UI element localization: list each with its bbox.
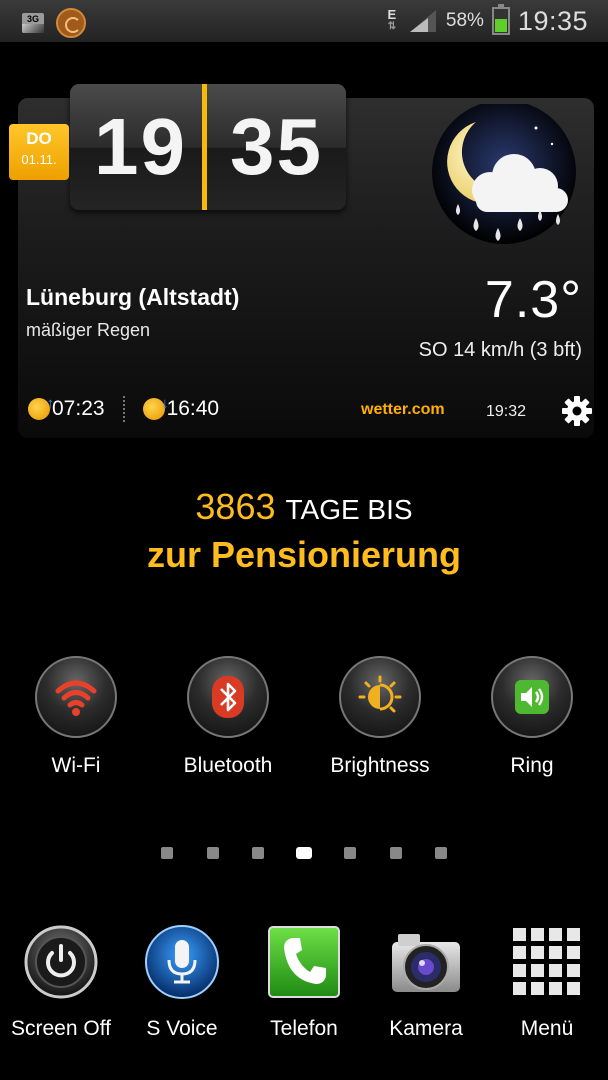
countdown-widget[interactable]: 3863 TAGE BIS zur Pensionierung	[0, 486, 608, 576]
signal-icon	[409, 10, 436, 32]
camera-icon[interactable]	[388, 924, 464, 1000]
moon-cloud-rain-icon[interactable]	[428, 104, 578, 254]
toggle-label: Wi-Fi	[51, 754, 101, 777]
sunset-icon: ↓	[142, 396, 169, 420]
toggle-label: Brightness	[330, 754, 430, 777]
toggle-ring[interactable]: Ring	[472, 656, 592, 778]
grid-square	[513, 964, 526, 977]
page-dot[interactable]	[435, 847, 448, 859]
app-grid-icon[interactable]	[509, 924, 585, 1000]
countdown-number: 3863	[195, 486, 276, 527]
dock-label: Menü	[520, 1017, 574, 1040]
toggle-wifi[interactable]: Wi-Fi	[16, 656, 136, 778]
dock-label: Screen Off	[11, 1017, 111, 1040]
grid-square	[567, 946, 580, 959]
countdown-subtitle: zur Pensionierung	[146, 534, 462, 575]
date-badge[interactable]: DO 01.11.	[9, 124, 69, 180]
brightness-icon	[358, 675, 402, 713]
dock-telefon[interactable]: Telefon	[244, 924, 364, 1041]
grid-square	[531, 946, 544, 959]
3g-icon: 3G	[22, 13, 44, 33]
weather-brand-link[interactable]: wetter.com	[361, 401, 445, 419]
grid-square	[549, 964, 562, 977]
day-name: DO	[26, 129, 52, 148]
countdown-line: 3863 TAGE BIS	[0, 486, 608, 528]
dock-screen-off[interactable]: Screen Off	[1, 924, 121, 1041]
phone-icon[interactable]	[266, 924, 342, 1000]
dock-label: S Voice	[146, 1017, 218, 1040]
page-indicator[interactable]	[0, 846, 608, 860]
battery-percent: 58%	[445, 10, 484, 31]
battery-fill	[494, 19, 507, 32]
page-dot[interactable]	[252, 847, 265, 859]
clock-hour: 19	[94, 102, 187, 191]
toggle-wifi-button[interactable]	[35, 656, 117, 738]
power-icon[interactable]	[23, 924, 99, 1000]
weather-temperature: 7.3°	[484, 271, 582, 329]
grid-square	[513, 946, 526, 959]
page-dot[interactable]	[343, 847, 356, 859]
microphone-icon[interactable]	[144, 924, 220, 1000]
grid-square	[531, 982, 544, 995]
battery-icon	[491, 4, 510, 35]
sync-app-icon	[56, 8, 86, 38]
grid-square	[549, 928, 562, 941]
page-dot[interactable]	[389, 847, 402, 859]
speaker-icon	[515, 680, 549, 714]
day-date: 01.11.	[21, 152, 57, 167]
grid-square	[531, 964, 544, 977]
grid-square	[513, 928, 526, 941]
flip-clock[interactable]: 19 35	[70, 84, 346, 210]
weather-city[interactable]: Lüneburg (Altstadt)	[26, 284, 239, 311]
grid-square	[567, 928, 580, 941]
page-dot[interactable]	[161, 847, 173, 859]
grid-square	[513, 982, 526, 995]
toggle-brightness[interactable]: Brightness	[320, 656, 440, 778]
clock-separator	[202, 84, 207, 210]
wifi-icon	[55, 680, 97, 716]
dock-label: Kamera	[389, 1017, 463, 1040]
grid-square	[549, 946, 562, 959]
sun-times: ↑ 07:23 ↓ 16:40	[28, 394, 219, 424]
sun-divider	[122, 396, 125, 422]
toggle-ring-button[interactable]	[491, 656, 573, 738]
bluetooth-icon	[212, 676, 244, 718]
page-dot[interactable]	[206, 847, 219, 859]
dock-kamera[interactable]: Kamera	[366, 924, 486, 1041]
weather-updated-time: 19:32	[486, 403, 527, 420]
weather-wind: SO 14 km/h (3 bft)	[418, 339, 582, 361]
sunrise-time: 07:23	[52, 397, 105, 420]
weather-condition: mäßiger Regen	[26, 320, 151, 340]
dock-menu[interactable]: Menü	[487, 924, 607, 1041]
sunset-time: 16:40	[166, 397, 220, 420]
dock-s-voice[interactable]: S Voice	[122, 924, 242, 1041]
edge-data-icon: E ⇅	[387, 7, 397, 32]
grid-square	[567, 982, 580, 995]
sunrise-icon: ↑	[28, 396, 54, 420]
toggle-label: Bluetooth	[183, 754, 273, 777]
dock-label: Telefon	[270, 1017, 338, 1040]
countdown-label: TAGE BIS	[285, 494, 413, 525]
clock-minute: 35	[230, 102, 323, 191]
grid-square	[567, 964, 580, 977]
gear-icon[interactable]	[560, 394, 594, 428]
grid-square	[549, 982, 562, 995]
toggle-label: Ring	[510, 754, 554, 777]
status-time: 19:35	[517, 5, 588, 36]
page-dot-active[interactable]	[296, 847, 313, 859]
toggle-bluetooth-button[interactable]	[187, 656, 269, 738]
grid-square	[531, 928, 544, 941]
toggle-bluetooth[interactable]: Bluetooth	[168, 656, 288, 778]
toggle-brightness-button[interactable]	[339, 656, 421, 738]
status-bar[interactable]: 3G E ⇅ 58% 19:35	[0, 0, 608, 42]
